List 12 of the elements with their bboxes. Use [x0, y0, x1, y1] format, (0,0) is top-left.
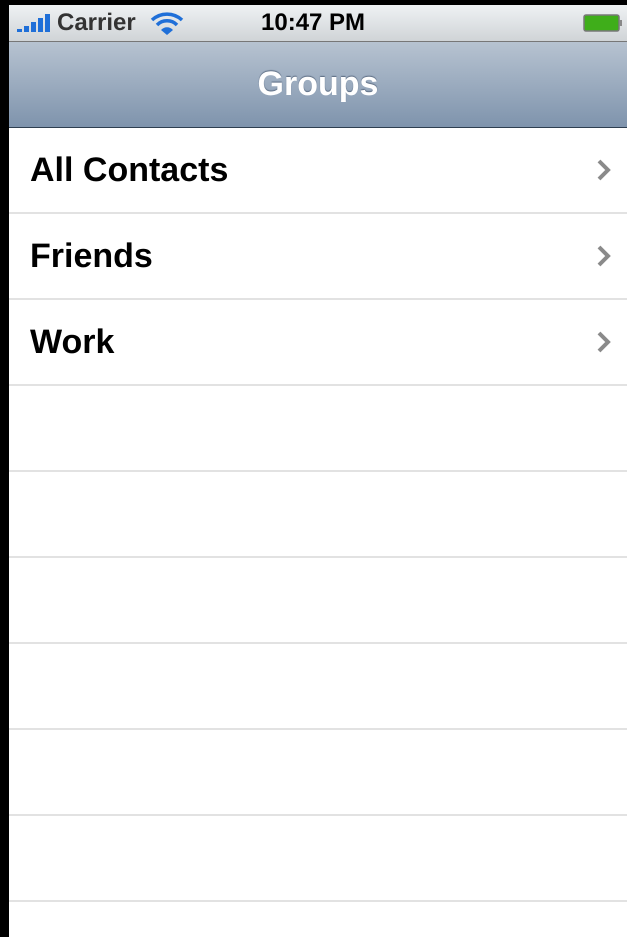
chevron-icon — [597, 331, 611, 353]
status-time: 10:47 PM — [261, 9, 366, 37]
group-row[interactable]: Work — [9, 300, 627, 386]
carrier-name: Carrier — [57, 9, 136, 37]
wifi-icon — [150, 11, 184, 35]
group-row[interactable]: All Contacts — [9, 128, 627, 214]
chevron-icon — [597, 245, 611, 267]
nav-title: Groups — [258, 65, 378, 104]
signal-icon — [17, 13, 53, 33]
battery-icon — [583, 14, 623, 32]
chevron-icon — [597, 159, 611, 181]
group-row[interactable]: Friends — [9, 214, 627, 300]
